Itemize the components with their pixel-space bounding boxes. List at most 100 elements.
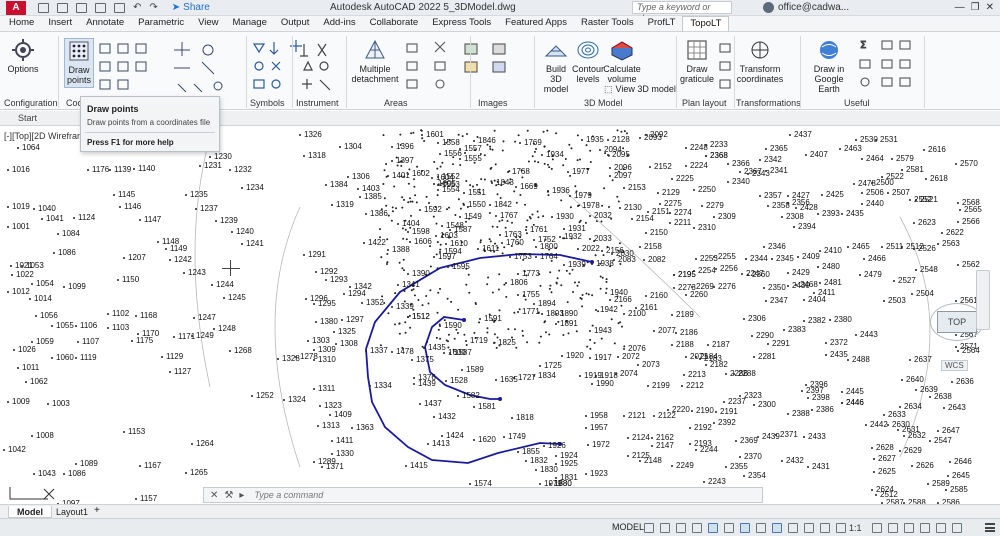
useful-tools-icon-group[interactable]: Σ [858,38,918,98]
panel-label-transformations[interactable]: Transformations [736,98,801,108]
transparency-icon[interactable] [804,523,814,533]
isolate-objects-icon[interactable] [936,523,946,533]
snap-icon[interactable] [660,523,670,533]
wrench-icon[interactable]: ⚒ [224,490,233,501]
annotation-scale[interactable]: 1:1 [849,523,862,533]
tab-annotate[interactable]: Annotate [79,16,131,31]
options-button[interactable]: Options [6,38,40,74]
object-track-icon[interactable] [756,523,766,533]
draw-in-google-earth-button[interactable]: Draw in Google Earth [806,38,852,94]
tab-raster-tools[interactable]: Raster Tools [574,16,641,31]
tab-model[interactable]: Model [8,506,52,518]
save-icon[interactable] [76,2,87,13]
user-account[interactable]: office@cadwa... [763,2,849,13]
ucs-menu[interactable]: WCS [941,360,968,371]
tab-add-ins[interactable]: Add-ins [316,16,362,31]
command-prompt-icon[interactable]: ▸ [239,490,244,501]
save-as-icon[interactable] [95,2,106,13]
panel-label-plan-layout[interactable]: Plan layout [682,98,727,108]
tab-view[interactable]: View [191,16,225,31]
start-tab[interactable]: Start [4,113,51,123]
plan-layout-icon-group[interactable] [716,40,736,96]
tab-topolt[interactable]: TopoLT [682,16,730,31]
fullscreen-icon[interactable] [952,523,962,533]
maximize-icon[interactable]: ❐ [971,2,980,13]
close-icon[interactable]: ✕ [210,490,218,501]
survey-point-label: 2481 [819,278,842,287]
transform-coordinates-button[interactable]: Transform coordinates [737,38,783,84]
contour-levels-button[interactable]: Contour levels [572,38,604,84]
drawing-canvas[interactable]: [-][Top][2D Wireframe] 1064 1016 1019 1040 1… [0,127,1000,504]
minimize-icon[interactable]: — [955,2,965,13]
polar-icon[interactable] [724,523,734,533]
undo-icon[interactable]: ↶ [133,2,141,13]
survey-point-label: 2158 [639,242,662,251]
panel-label-areas[interactable]: Areas [384,98,408,108]
survey-point-label: 2022 [577,244,600,253]
ortho-icon[interactable] [708,523,718,533]
tab-express-tools[interactable]: Express Tools [425,16,498,31]
grid-icon[interactable] [644,523,654,533]
survey-point-label: 2188 [671,340,694,349]
infer-icon[interactable] [676,523,686,533]
annotation-monitor-icon[interactable] [888,523,898,533]
lineweight-icon[interactable] [788,523,798,533]
app-menu-button[interactable]: A [6,0,26,15]
tab-collaborate[interactable]: Collaborate [363,16,426,31]
plot-icon[interactable] [114,2,125,13]
workspace-gear-icon[interactable] [872,523,882,533]
tab-proflt[interactable]: ProfLT [641,16,683,31]
panel-label-useful[interactable]: Useful [844,98,870,108]
quick-properties-icon[interactable] [920,523,930,533]
tab-insert[interactable]: Insert [41,16,79,31]
selection-cycling-icon[interactable] [820,523,830,533]
tab-home[interactable]: Home [2,16,41,31]
units-icon[interactable] [904,523,914,533]
survey-point-label: 2306 [743,314,766,323]
panel-label-configuration[interactable]: Configuration [4,98,58,108]
navigation-bar[interactable] [976,270,990,330]
isodraft-icon[interactable] [740,523,750,533]
add-layout-icon[interactable]: + [94,505,100,516]
share-button[interactable]: ➤ Share [172,2,210,13]
view-3d-model-button[interactable]: ⬚ View 3D model [604,84,676,95]
open-file-icon[interactable] [57,2,68,13]
osnap-icon[interactable] [772,523,782,533]
survey-point-label: 1942 [595,305,618,314]
customize-menu-icon[interactable] [985,523,995,532]
dynamic-input-icon[interactable] [692,523,702,533]
calculate-volume-button[interactable]: Calculate volume [603,38,641,84]
command-line[interactable]: ✕ ⚒ ▸ Type a command [203,487,763,503]
command-input[interactable]: Type a command [254,490,323,500]
tab-output[interactable]: Output [274,16,317,31]
survey-point-marker [617,322,620,325]
tab-manage[interactable]: Manage [226,16,274,31]
multiple-detachment-button[interactable]: Multiple detachment [350,38,400,84]
annotation-visibility-icon[interactable] [836,523,846,533]
draw-graticule-button[interactable]: Draw graticule [680,38,714,84]
panel-label-3d-model[interactable]: 3D Model [584,98,623,108]
coordinate-tools-icon-group[interactable] [98,40,238,96]
tab-featured-apps[interactable]: Featured Apps [498,16,574,31]
model-space-toggle[interactable]: MODEL [612,522,644,532]
search-input[interactable]: Type a keyword or phrase [632,1,732,23]
survey-point-label: 2398 [807,393,830,402]
redo-icon[interactable]: ↷ [149,2,157,13]
survey-point-marker [479,241,482,244]
panel-label-instrument[interactable]: Instrument [296,98,339,108]
draw-points-button[interactable]: Draw points [64,38,94,88]
survey-point-marker [558,269,561,272]
areas-images-icon-group[interactable] [405,40,525,96]
panel-label-images[interactable]: Images [478,98,508,108]
new-file-icon[interactable] [38,2,49,13]
tab-layout1[interactable]: Layout1 [48,506,96,518]
survey-point-label: 2566 [957,217,980,226]
panel-label-symbols[interactable]: Symbols [250,98,285,108]
viewport-controls[interactable]: [-][Top][2D Wireframe] [4,131,92,141]
build-3d-model-button[interactable]: Build 3D model [540,38,572,94]
tab-parametric[interactable]: Parametric [131,16,191,31]
survey-point-label: 1309 [313,345,336,354]
viewcube-top-face[interactable]: TOP [937,311,977,333]
instrument-icon-group[interactable] [298,40,338,96]
close-icon[interactable]: ✕ [986,2,994,13]
